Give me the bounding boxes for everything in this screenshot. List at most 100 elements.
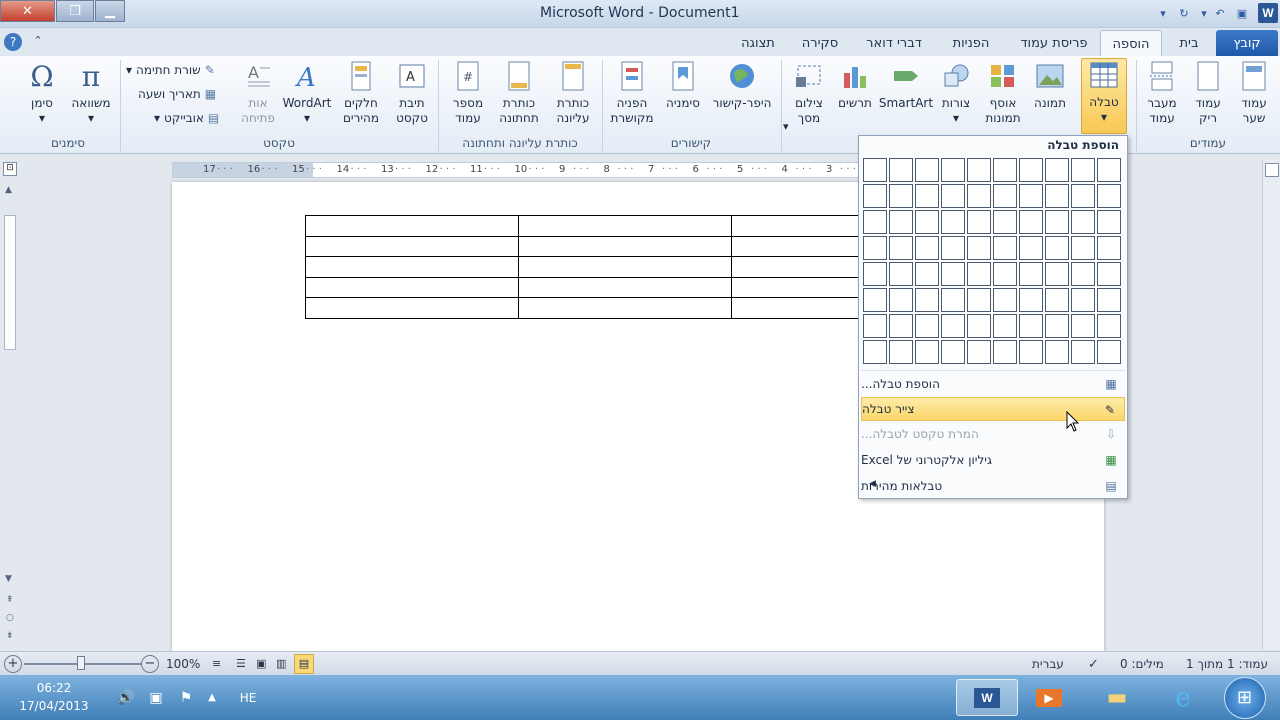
table-cell[interactable]	[518, 256, 732, 278]
text-box-button[interactable]: A תיבת טקסט	[390, 60, 434, 126]
zoom-out-icon[interactable]: −	[141, 655, 159, 673]
table-size-grid[interactable]	[863, 158, 1121, 364]
proofing-icon[interactable]: ✓	[1088, 657, 1099, 672]
grid-cell[interactable]	[1071, 236, 1095, 260]
zoom-slider-thumb[interactable]	[77, 656, 85, 670]
grid-cell[interactable]	[1097, 314, 1121, 338]
grid-cell[interactable]	[941, 158, 965, 182]
document-table[interactable]	[305, 215, 945, 319]
grid-cell[interactable]	[967, 158, 991, 182]
tab-page-layout[interactable]: פריסת עמוד	[1010, 30, 1098, 56]
grid-cell[interactable]	[1045, 262, 1069, 286]
repeat-icon[interactable]: ↻	[1176, 5, 1192, 21]
taskbar-ie-button[interactable]: e	[1158, 679, 1208, 716]
taskbar-media-player-button[interactable]: ▶	[1024, 679, 1074, 716]
cover-page-button[interactable]: עמוד שער	[1232, 60, 1276, 126]
symbol-button[interactable]: Ω סימן ▾	[22, 60, 62, 126]
grid-cell[interactable]	[863, 340, 887, 364]
table-row[interactable]	[305, 215, 945, 237]
grid-cell[interactable]	[993, 340, 1017, 364]
word-count[interactable]: מילים: 0	[1120, 657, 1164, 671]
grid-cell[interactable]	[915, 158, 939, 182]
full-screen-reading-icon[interactable]: ▥	[276, 657, 286, 670]
minimize-ribbon-icon[interactable]: ⌃	[30, 34, 46, 50]
chart-button[interactable]: תרשים	[834, 60, 876, 111]
blank-page-button[interactable]: עמוד ריק	[1188, 60, 1228, 126]
grid-cell[interactable]	[915, 340, 939, 364]
grid-cell[interactable]	[863, 262, 887, 286]
screenshot-button[interactable]: צילום מסך	[788, 60, 830, 126]
next-page-icon[interactable]: ⇟	[6, 631, 14, 641]
tab-home[interactable]: בית	[1164, 30, 1214, 56]
grid-cell[interactable]	[1097, 158, 1121, 182]
table-row[interactable]	[305, 235, 945, 257]
grid-cell[interactable]	[993, 210, 1017, 234]
grid-cell[interactable]	[1071, 262, 1095, 286]
grid-cell[interactable]	[993, 262, 1017, 286]
grid-cell[interactable]	[1019, 262, 1043, 286]
grid-cell[interactable]	[915, 288, 939, 312]
grid-cell[interactable]	[1019, 314, 1043, 338]
grid-cell[interactable]	[1045, 340, 1069, 364]
grid-cell[interactable]	[993, 158, 1017, 182]
grid-cell[interactable]	[889, 158, 913, 182]
menu-item-draw-table[interactable]: ✎ צייר טבלה	[861, 397, 1125, 421]
picture-button[interactable]: תמונה	[1030, 60, 1070, 111]
table-cell[interactable]	[305, 256, 519, 278]
grid-cell[interactable]	[941, 236, 965, 260]
grid-cell[interactable]	[1071, 210, 1095, 234]
grid-cell[interactable]	[967, 184, 991, 208]
page-number-button[interactable]: # מספר עמוד	[446, 60, 490, 126]
table-cell[interactable]	[518, 235, 732, 257]
show-hidden-icons[interactable]: ▲	[204, 679, 220, 716]
smartart-button[interactable]: SmartArt	[878, 60, 934, 111]
header-button[interactable]: כותרת עליונה	[548, 60, 598, 126]
wordart-button[interactable]: A WordArt ▾	[282, 60, 332, 126]
object-button[interactable]: ▾ אובייקט ▤	[154, 108, 219, 128]
ruler-toggle-icon[interactable]	[1265, 163, 1279, 177]
action-center-icon[interactable]: ⚑	[176, 679, 196, 716]
grid-cell[interactable]	[915, 236, 939, 260]
grid-cell[interactable]	[993, 184, 1017, 208]
grid-cell[interactable]	[863, 158, 887, 182]
grid-cell[interactable]	[967, 340, 991, 364]
scroll-down-icon[interactable]: ▼	[5, 574, 12, 584]
grid-cell[interactable]	[941, 184, 965, 208]
grid-cell[interactable]	[1097, 288, 1121, 312]
zoom-level[interactable]: 100%	[166, 657, 200, 671]
undo-icon[interactable]: ↶	[1212, 5, 1228, 21]
grid-cell[interactable]	[1045, 236, 1069, 260]
maximize-button[interactable]: ❐	[56, 0, 94, 22]
grid-cell[interactable]	[889, 236, 913, 260]
close-button[interactable]: ✕	[0, 0, 55, 22]
network-icon[interactable]: ▣	[146, 679, 166, 716]
grid-cell[interactable]	[967, 262, 991, 286]
menu-item-quick-tables[interactable]: ▤ טבלאות מהירות ◀	[861, 474, 1125, 498]
print-layout-icon[interactable]: ▤	[294, 654, 314, 674]
menu-item-insert-table[interactable]: ▦ הוספת טבלה...	[861, 372, 1125, 396]
grid-cell[interactable]	[941, 262, 965, 286]
grid-cell[interactable]	[1019, 184, 1043, 208]
tab-view[interactable]: תצוגה	[730, 30, 786, 56]
table-cell[interactable]	[518, 276, 732, 298]
grid-cell[interactable]	[889, 262, 913, 286]
save-icon[interactable]: ▣	[1234, 5, 1250, 21]
grid-cell[interactable]	[889, 288, 913, 312]
previous-page-icon[interactable]: ⇞	[6, 595, 14, 605]
clock-time[interactable]: 06:22	[14, 681, 94, 695]
grid-cell[interactable]	[1045, 288, 1069, 312]
grid-cell[interactable]	[915, 314, 939, 338]
grid-cell[interactable]	[1071, 288, 1095, 312]
grid-cell[interactable]	[915, 184, 939, 208]
date-time-button[interactable]: תאריך ושעה ▦	[138, 84, 216, 104]
drop-cap-button[interactable]: A אות פתיחה	[238, 60, 278, 126]
tab-review[interactable]: סקירה	[790, 30, 850, 56]
shapes-button[interactable]: צורות ▾	[936, 60, 976, 126]
grid-cell[interactable]	[1071, 314, 1095, 338]
grid-cell[interactable]	[967, 288, 991, 312]
vertical-scrollbar[interactable]	[1262, 160, 1280, 650]
grid-cell[interactable]	[863, 184, 887, 208]
table-row[interactable]	[305, 297, 945, 319]
grid-cell[interactable]	[889, 340, 913, 364]
tab-references[interactable]: הפניות	[940, 30, 1002, 56]
